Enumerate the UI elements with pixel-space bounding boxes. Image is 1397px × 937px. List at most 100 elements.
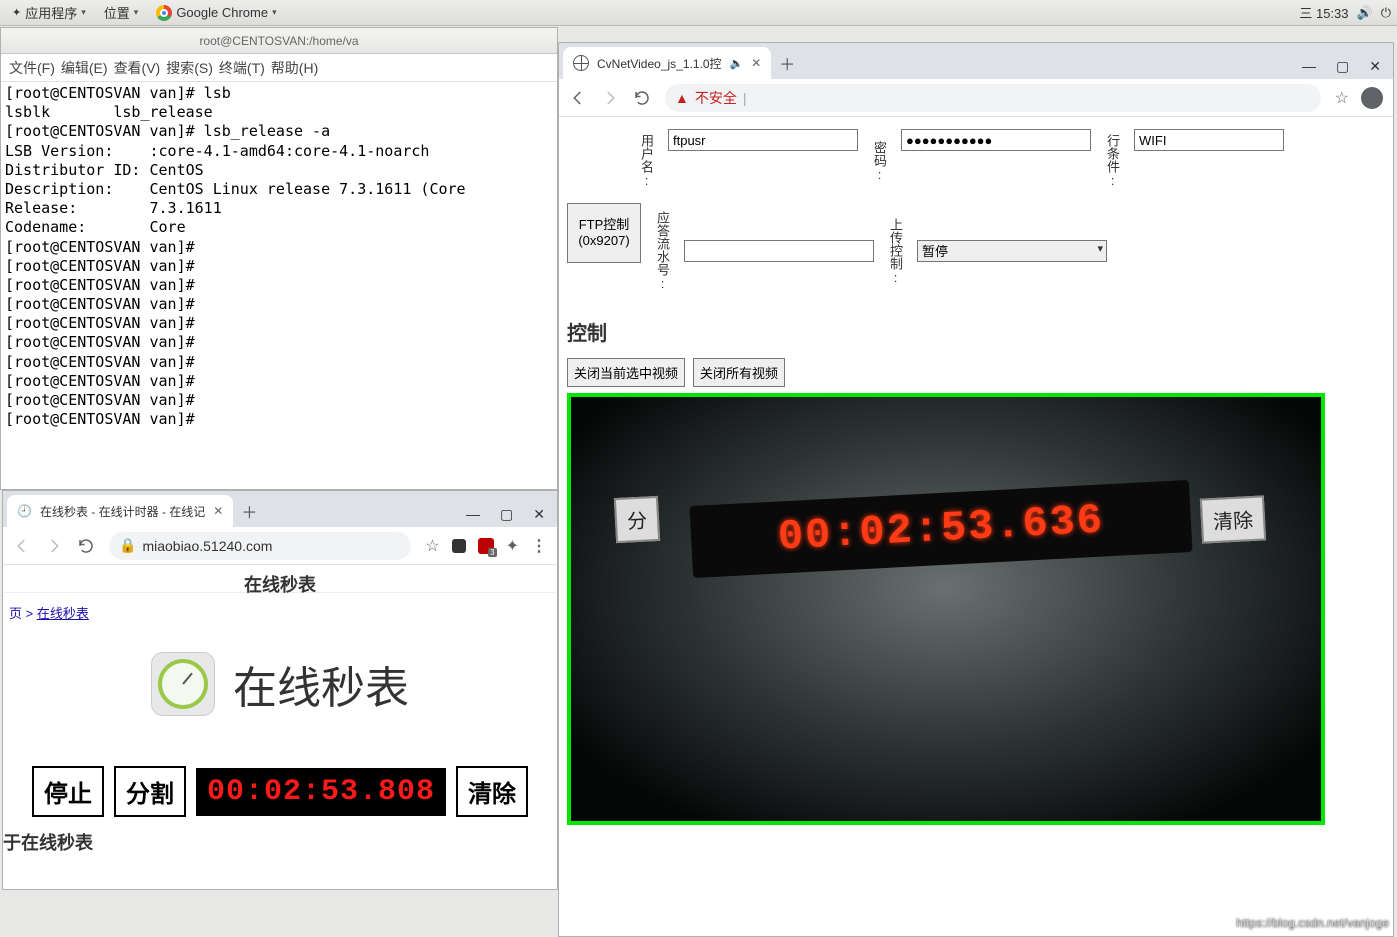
menu-search[interactable]: 搜索(S) <box>166 58 213 78</box>
applications-menu[interactable]: ✦ 应用程序 ▾ <box>6 1 92 24</box>
breadcrumb-link[interactable]: 在线秒表 <box>37 606 89 621</box>
maximize-button[interactable]: ▢ <box>1336 58 1349 75</box>
close-tab-icon[interactable]: ✕ <box>751 56 761 70</box>
extensions-icon[interactable]: ✦ <box>506 536 519 556</box>
maximize-button[interactable]: ▢ <box>500 506 513 523</box>
forward-icon[interactable] <box>601 89 619 107</box>
upload-ctrl-label: 上传控制: <box>886 203 905 299</box>
back-icon[interactable] <box>569 89 587 107</box>
upload-ctrl-select[interactable]: 暂停 <box>917 240 1107 262</box>
close-all-video-button[interactable]: 关闭所有视频 <box>693 358 785 387</box>
video-content <box>571 397 1321 821</box>
menu-terminal[interactable]: 终端(T) <box>219 58 265 78</box>
forward-icon[interactable] <box>45 537 63 555</box>
page-content-left: 在线秒表 页 > 在线秒表 在线秒表 停止 分割 00:02:53.808 清除… <box>3 565 557 889</box>
tab-title: 在线秒表 - 在线计时器 - 在线记 <box>40 503 205 520</box>
places-label: 位置 <box>104 3 130 22</box>
terminal-menubar: 文件(F) 编辑(E) 查看(V) 搜索(S) 终端(T) 帮助(H) <box>1 54 557 82</box>
split-button[interactable]: 分割 <box>114 766 186 817</box>
menu-file[interactable]: 文件(F) <box>9 58 55 78</box>
ext-icon-1[interactable] <box>452 539 466 553</box>
menu-icon[interactable]: ⋮ <box>531 536 547 556</box>
username-label: 用户名: <box>637 129 656 193</box>
new-tab-button[interactable]: ＋ <box>233 495 265 527</box>
applications-label: 应用程序 <box>25 3 77 22</box>
page-title: 在线秒表 <box>3 565 557 593</box>
condition-input[interactable] <box>1134 129 1284 151</box>
power-icon[interactable]: ⏻ <box>1381 5 1391 21</box>
panel-left: ✦ 应用程序 ▾ 位置 ▾ Google Chrome ▾ <box>6 1 283 24</box>
username-input[interactable] <box>668 129 858 151</box>
close-tab-icon[interactable]: ✕ <box>213 504 223 518</box>
stopwatch-display: 00:02:53.808 <box>196 768 446 816</box>
close-selected-video-button[interactable]: 关闭当前选中视频 <box>567 358 685 387</box>
menu-help[interactable]: 帮助(H) <box>271 58 318 78</box>
chrome-toolbar-left: 🔒 miaobiao.51240.com ☆ 3 ✦ ⋮ <box>3 527 557 565</box>
close-button[interactable]: ✕ <box>1369 58 1381 75</box>
small-volume-icon[interactable]: 🔈 <box>730 57 744 70</box>
chrome-toolbar: ▲ 不安全 | ☆ <box>559 79 1393 117</box>
video-player-frame[interactable]: 分 00:02:53.636 清除 <box>567 393 1325 825</box>
chrome-window-left: 🕘 在线秒表 - 在线计时器 - 在线记 ✕ ＋ — ▢ ✕ 🔒 miaobia… <box>2 490 558 890</box>
ftp-control-button[interactable]: FTP控制 (0x9207) <box>567 203 641 263</box>
hero-row: 在线秒表 <box>3 652 557 716</box>
chrome-window-right: CvNetVideo_js_1.1.0控 🔈 ✕ ＋ — ▢ ✕ ▲ 不安全 |… <box>558 42 1394 937</box>
chevron-down-icon: ▾ <box>81 7 86 18</box>
profile-icon[interactable] <box>1361 87 1383 109</box>
omnibox[interactable]: ▲ 不安全 | <box>665 84 1321 112</box>
star-icon[interactable]: ☆ <box>1335 88 1349 108</box>
window-controls: — ▢ ✕ <box>1290 54 1393 79</box>
window-controls: — ▢ ✕ <box>454 502 557 527</box>
chevron-down-icon: ▾ <box>134 7 139 18</box>
stopwatch-favicon: 🕘 <box>17 504 32 518</box>
response-no-label: 应答流水号: <box>653 203 672 299</box>
terminal-output[interactable]: [root@CENTOSVAN van]# lsb lsblk lsb_rele… <box>1 82 557 489</box>
panel-right: 三 15:33 🔊 ⏻ <box>1299 3 1391 22</box>
warning-icon: ▲ <box>675 90 689 106</box>
about-heading: 于在线秒表 <box>3 817 557 855</box>
clear-button[interactable]: 清除 <box>456 766 528 817</box>
places-menu[interactable]: 位置 ▾ <box>98 1 145 24</box>
globe-icon <box>573 55 589 71</box>
terminal-window: root@CENTOSVAN:/home/va 文件(F) 编辑(E) 查看(V… <box>0 27 558 490</box>
menu-edit[interactable]: 编辑(E) <box>61 58 108 78</box>
chrome-tabstrip-left: 🕘 在线秒表 - 在线计时器 - 在线记 ✕ ＋ — ▢ ✕ <box>3 491 557 527</box>
tab-title: CvNetVideo_js_1.1.0控 <box>597 55 722 72</box>
reload-icon[interactable] <box>633 89 651 107</box>
breadcrumb: 页 > 在线秒表 <box>3 593 557 632</box>
chrome-taskbar-item[interactable]: Google Chrome ▾ <box>150 3 282 23</box>
url-text: miaobiao.51240.com <box>142 538 272 554</box>
terminal-titlebar[interactable]: root@CENTOSVAN:/home/va <box>1 28 557 54</box>
new-tab-button[interactable]: ＋ <box>771 47 803 79</box>
chrome-icon <box>156 5 172 21</box>
minimize-button[interactable]: — <box>466 506 480 523</box>
volume-icon[interactable]: 🔊 <box>1357 5 1373 21</box>
browser-tab[interactable]: CvNetVideo_js_1.1.0控 🔈 ✕ <box>563 47 771 79</box>
stopwatch-controls: 停止 分割 00:02:53.808 清除 <box>3 766 557 817</box>
password-label: 密码: <box>870 129 889 193</box>
hero-title: 在线秒表 <box>233 652 409 716</box>
condition-label: 行条件: <box>1103 129 1122 193</box>
video-split-button: 分 <box>614 496 660 543</box>
gnome-top-panel: ✦ 应用程序 ▾ 位置 ▾ Google Chrome ▾ 三 15:33 🔊 … <box>0 0 1397 26</box>
password-input[interactable] <box>901 129 1091 151</box>
chrome-tabstrip: CvNetVideo_js_1.1.0控 🔈 ✕ ＋ — ▢ ✕ <box>559 43 1393 79</box>
back-icon[interactable] <box>13 537 31 555</box>
clock-label[interactable]: 三 15:33 <box>1299 3 1348 22</box>
chevron-down-icon: ▾ <box>272 7 277 18</box>
close-button[interactable]: ✕ <box>533 506 545 523</box>
ext-icon-2[interactable]: 3 <box>478 538 494 554</box>
minimize-button[interactable]: — <box>1302 58 1316 75</box>
control-heading: 控制 <box>567 317 1385 346</box>
response-no-input[interactable] <box>684 240 874 262</box>
omnibox[interactable]: 🔒 miaobiao.51240.com <box>109 532 411 560</box>
menu-view[interactable]: 查看(V) <box>114 58 161 78</box>
insecure-label: 不安全 <box>695 88 737 108</box>
star-icon[interactable]: ☆ <box>425 536 439 556</box>
reload-icon[interactable] <box>77 537 95 555</box>
lock-icon: 🔒 <box>119 537 136 554</box>
page-content-right: 用户名: 密码: 行条件: FTP控制 (0x9207) 应答流水号: 上传控制… <box>559 117 1393 936</box>
watermark-text: https://blog.csdn.net/vanjoge <box>1236 916 1389 930</box>
stop-button[interactable]: 停止 <box>32 766 104 817</box>
browser-tab[interactable]: 🕘 在线秒表 - 在线计时器 - 在线记 ✕ <box>7 495 233 527</box>
